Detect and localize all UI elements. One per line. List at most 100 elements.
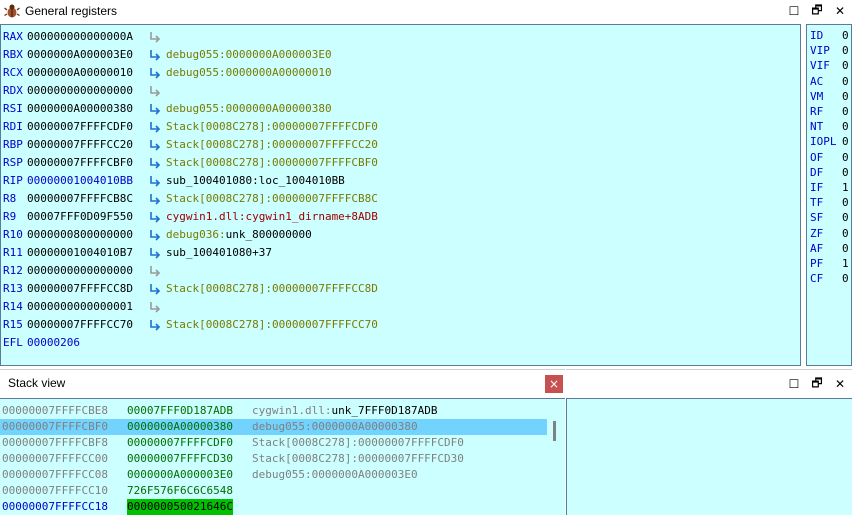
register-value[interactable]: 0000000800000000 [27,226,133,244]
register-value[interactable]: 00000007FFFFCC20 [27,136,133,154]
register-value[interactable]: 0000000A00000010 [27,64,133,82]
flag-row[interactable]: IF 1 [810,180,850,195]
register-reference[interactable]: Stack[0008C278]:00000007FFFFCC8D [166,280,378,298]
register-reference[interactable]: sub_100401080+37 [166,244,272,262]
flag-row[interactable]: OF 0 [810,150,850,165]
stack-view-scrollbar[interactable] [553,421,556,441]
flag-row[interactable]: ZF 0 [810,226,850,241]
register-value[interactable]: 00000206 [27,334,80,352]
restore-button[interactable]: 🗗 [809,3,825,19]
register-reference[interactable]: Stack[0008C278]:00000007FFFFCC20 [166,136,378,154]
stack-row[interactable]: 00000007FFFFCC00 00000007FFFFCD30 Stack[00… [0,451,547,467]
jump-arrow-icon[interactable] [148,82,162,100]
register-value[interactable]: 00000001004010BB [27,172,133,190]
flag-value[interactable]: 0 [842,89,849,104]
register-reference[interactable]: debug055:0000000A00000380 [166,100,332,118]
jump-arrow-icon[interactable] [148,262,162,280]
stack-value[interactable]: 726F576F6C6C6548 [127,483,233,499]
stack-row[interactable]: 00000007FFFFCC18 000000050021646C [0,499,547,515]
stack-value[interactable]: 0000000A000003E0 [127,467,233,483]
jump-arrow-icon[interactable] [148,136,162,154]
flag-value[interactable]: 0 [842,134,849,149]
stack-value[interactable]: 000000050021646C [127,499,233,515]
flag-row[interactable]: DF 0 [810,165,850,180]
flag-row[interactable]: VIP 0 [810,43,850,58]
jump-arrow-icon[interactable] [148,208,162,226]
register-reference[interactable]: sub_100401080:loc_1004010BB [166,172,345,190]
flag-row[interactable]: RF 0 [810,104,850,119]
register-reference[interactable]: Stack[0008C278]:00000007FFFFCB8C [166,190,378,208]
flag-value[interactable]: 0 [842,210,849,225]
jump-arrow-icon[interactable] [148,298,162,316]
flag-row[interactable]: AC 0 [810,74,850,89]
empty-pane-maximize-button[interactable]: ☐ [786,376,802,392]
flag-value[interactable]: 0 [842,104,849,119]
register-value[interactable]: 0000000000000000 [27,262,133,280]
stack-value[interactable]: 00000007FFFFCD30 [127,451,233,467]
flag-row[interactable]: TF 0 [810,195,850,210]
jump-arrow-icon[interactable] [148,28,162,46]
flag-value[interactable]: 0 [842,43,849,58]
flag-row[interactable]: VIF 0 [810,58,850,73]
register-reference[interactable]: cygwin1.dll:cygwin1_dirname+8ADB [166,208,378,226]
register-reference[interactable]: debug055:0000000A00000010 [166,64,332,82]
flag-row[interactable]: ID 0 [810,28,850,43]
maximize-button[interactable]: ☐ [786,3,802,19]
flag-row[interactable]: IOPL 0 [810,134,850,149]
jump-arrow-icon[interactable] [148,226,162,244]
flag-value[interactable]: 0 [842,241,849,256]
stack-reference[interactable]: Stack[0008C278]:00000007FFFFCDF0 [252,435,464,451]
register-reference[interactable]: Stack[0008C278]:00000007FFFFCDF0 [166,118,378,136]
flag-value[interactable]: 0 [842,119,849,134]
jump-arrow-icon[interactable] [148,190,162,208]
registers-panel[interactable]: RAX 000000000000000A RBX 0000000A000003E0 de… [0,24,801,366]
jump-arrow-icon[interactable] [148,100,162,118]
register-value[interactable]: 00000007FFFFCBF0 [27,154,133,172]
register-value[interactable]: 000000000000000A [27,28,133,46]
flag-value[interactable]: 0 [842,28,849,43]
jump-arrow-icon[interactable] [148,154,162,172]
register-value[interactable]: 00000001004010B7 [27,244,133,262]
empty-pane-restore-button[interactable]: 🗗 [809,376,825,392]
register-value[interactable]: 00000007FFFFCDF0 [27,118,133,136]
register-value[interactable]: 00000007FFFFCC8D [27,280,133,298]
stack-value[interactable]: 00000007FFFFCDF0 [127,435,233,451]
flag-row[interactable]: NT 0 [810,119,850,134]
stack-row[interactable]: 00000007FFFFCC08 0000000A000003E0 debug055… [0,467,547,483]
jump-arrow-icon[interactable] [148,64,162,82]
register-reference[interactable]: Stack[0008C278]:00000007FFFFCC70 [166,316,378,334]
register-reference[interactable]: Stack[0008C278]:00000007FFFFCBF0 [166,154,378,172]
flag-value[interactable]: 0 [842,165,849,180]
flag-value[interactable]: 1 [842,180,849,195]
flag-value[interactable]: 0 [842,58,849,73]
stack-value[interactable]: 0000000A00000380 [127,419,233,435]
jump-arrow-icon[interactable] [148,118,162,136]
register-value[interactable]: 00000007FFFFCC70 [27,316,133,334]
jump-arrow-icon[interactable] [148,316,162,334]
jump-arrow-icon[interactable] [148,280,162,298]
register-value[interactable]: 0000000A000003E0 [27,46,133,64]
flag-row[interactable]: VM 0 [810,89,850,104]
register-value[interactable]: 0000000A00000380 [27,100,133,118]
register-value[interactable]: 00007FFF0D09F550 [27,208,133,226]
flag-row[interactable]: CF 0 [810,271,850,286]
stack-reference[interactable]: debug055:0000000A00000380 [252,419,418,435]
jump-arrow-icon[interactable] [148,172,162,190]
empty-pane-close-button[interactable]: ✕ [832,376,848,392]
jump-arrow-icon[interactable] [148,244,162,262]
register-value[interactable]: 0000000000000001 [27,298,133,316]
flag-value[interactable]: 1 [842,256,849,271]
stack-view-panel[interactable]: 00000007FFFFCBE8 00007FFF0D187ADB cygwin1.… [0,398,565,515]
flags-panel[interactable]: ID 0 VIP 0 VIF 0 AC 0 VM 0 RF 0 NT 0 IOPL 0 OF 0 DF 0 IF 1 TF 0… [806,24,852,366]
flag-row[interactable]: SF 0 [810,210,850,225]
flag-value[interactable]: 0 [842,150,849,165]
flag-value[interactable]: 0 [842,271,849,286]
stack-view-close-button[interactable]: × [545,375,563,393]
flag-value[interactable]: 0 [842,74,849,89]
stack-reference[interactable]: Stack[0008C278]:00000007FFFFCD30 [252,451,464,467]
register-value[interactable]: 00000007FFFFCB8C [27,190,133,208]
stack-row[interactable]: 00000007FFFFCC10 726F576F6C6C6548 [0,483,547,499]
flag-row[interactable]: PF 1 [810,256,850,271]
register-reference[interactable]: debug055:0000000A000003E0 [166,46,332,64]
close-button[interactable]: ✕ [832,3,848,19]
